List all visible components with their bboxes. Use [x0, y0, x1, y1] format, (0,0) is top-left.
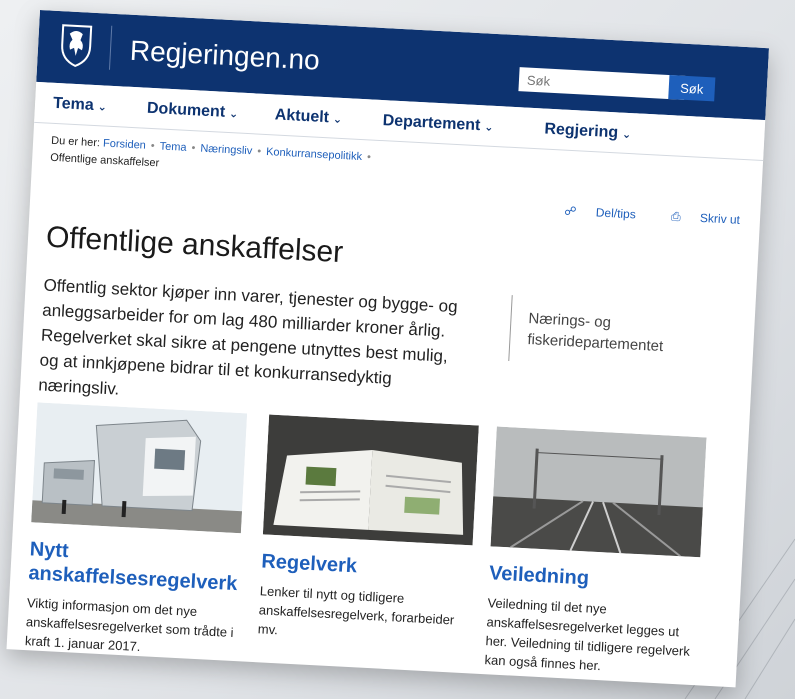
nav-label: Aktuelt [274, 106, 330, 127]
breadcrumb-separator: • [150, 139, 155, 153]
card-nytt-regelverk[interactable]: Nytt anskaffelsesregelverk Viktig inform… [24, 402, 248, 661]
nav-item-tema[interactable]: Tema ⌄ [53, 95, 108, 116]
card-title[interactable]: Nytt anskaffelsesregelverk [28, 537, 240, 596]
print-label: Skriv ut [699, 210, 741, 227]
page-title: Offentlige anskaffelser [45, 220, 344, 270]
card-title[interactable]: Regelverk [261, 549, 472, 584]
nav-label: Tema [52, 94, 95, 114]
chevron-down-icon: ⌄ [483, 121, 494, 134]
breadcrumb-link-tema[interactable]: Tema [159, 140, 186, 153]
open-book-image[interactable] [262, 414, 479, 546]
nav-item-dokument[interactable]: Dokument ⌄ [147, 100, 239, 123]
breadcrumb-link-forsiden[interactable]: Forsiden [103, 137, 146, 151]
search-button[interactable]: Søk [668, 75, 716, 102]
breadcrumb-link-konkurransepolitikk[interactable]: Konkurransepolitikk [266, 146, 362, 163]
chevron-down-icon: ⌄ [97, 101, 108, 114]
card-description: Viktig informasjon om det nye anskaffels… [24, 595, 234, 655]
nav-item-regjering[interactable]: Regjering ⌄ [544, 121, 632, 144]
logo-separator [108, 25, 113, 70]
share-label: Del/tips [595, 205, 637, 222]
page-actions: ☍ Del/tips ⎙ Skriv ut [532, 202, 740, 228]
print-icon: ⎙ [670, 209, 682, 224]
nav-item-aktuelt[interactable]: Aktuelt ⌄ [274, 106, 342, 128]
nav-label: Regjering [544, 120, 619, 142]
page-intro: Offentlig sektor kjøper inn varer, tjene… [37, 275, 459, 399]
site-name[interactable]: Regjeringen.no [129, 35, 320, 77]
breadcrumb-prefix: Du er her: [50, 134, 101, 150]
chevron-down-icon: ⌄ [621, 128, 632, 142]
share-link[interactable]: ☍ Del/tips [548, 203, 636, 222]
share-icon: ☍ [564, 203, 577, 219]
card-title[interactable]: Veiledning [489, 561, 700, 596]
breadcrumb-link-naeringsliv[interactable]: Næringsliv [200, 143, 253, 158]
nav-item-departement[interactable]: Departement ⌄ [382, 112, 494, 136]
chevron-down-icon: ⌄ [228, 108, 239, 121]
railway-image[interactable] [490, 426, 707, 558]
card-veiledning[interactable]: Veiledning Veiledning til det nye anskaf… [484, 426, 707, 680]
browser-page: Regjeringen.no Søk Tema⌄ Dokument⌄ Aktue… [6, 10, 769, 688]
breadcrumb-current: Offentlige anskaffelser [49, 151, 160, 170]
card-regelverk[interactable]: Regelverk Lenker til nytt og tidligere a… [257, 414, 479, 650]
search-input[interactable] [518, 67, 686, 100]
card-description: Veiledning til det nye anskaffelsesregel… [484, 595, 691, 674]
side-divider [508, 295, 513, 362]
coat-of-arms-logo-icon[interactable] [55, 21, 97, 69]
print-link[interactable]: ⎙ Skriv ut [655, 208, 741, 227]
nav-label: Dokument [146, 99, 226, 121]
breadcrumb-separator: • [366, 151, 372, 164]
nav-label: Departement [382, 112, 481, 135]
department-link[interactable]: Nærings- og fiskeridepartementet [527, 308, 709, 359]
chevron-down-icon: ⌄ [332, 113, 343, 126]
breadcrumb-separator: • [256, 145, 262, 158]
building-image[interactable] [31, 402, 248, 534]
card-description: Lenker til nytt og tidligere anskaffelse… [257, 583, 455, 638]
breadcrumb-separator: • [191, 142, 196, 155]
